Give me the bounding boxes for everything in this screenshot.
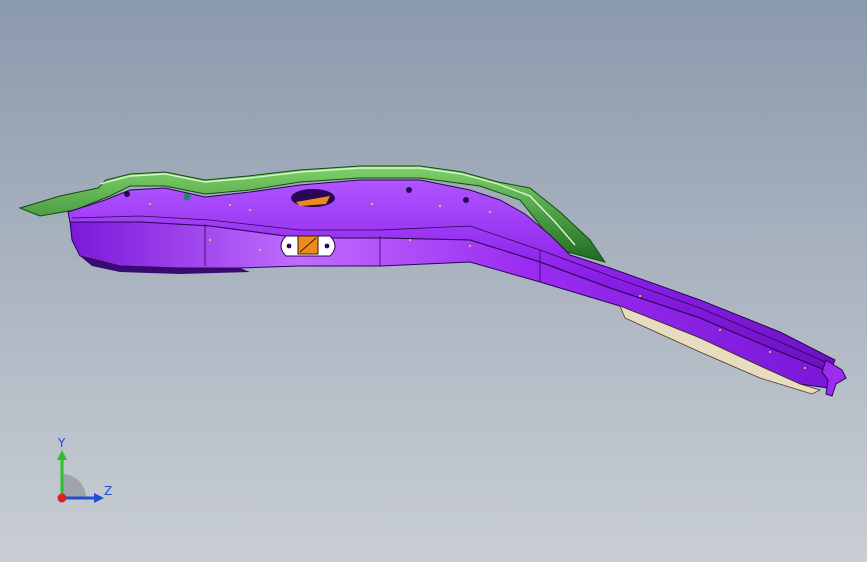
y-axis-label: Y [57, 436, 66, 450]
graphics-viewport[interactable]: Y Z [0, 0, 867, 562]
bracket-hole [286, 243, 292, 249]
3d-model-view[interactable] [0, 0, 867, 562]
mount-hole [463, 197, 469, 203]
z-axis-arrow-icon [94, 493, 104, 503]
triad-plane-quadrant [62, 474, 86, 498]
mount-hole [124, 191, 130, 197]
rail-side-wall[interactable] [69, 221, 831, 389]
bracket-hole [324, 243, 330, 249]
x-axis-origin-icon [57, 493, 67, 503]
y-axis-arrow-icon [57, 450, 67, 460]
coordinate-triad: Y Z [57, 436, 112, 503]
mount-hole [406, 187, 412, 193]
mount-hole [183, 193, 191, 201]
z-axis-label: Z [104, 484, 112, 498]
